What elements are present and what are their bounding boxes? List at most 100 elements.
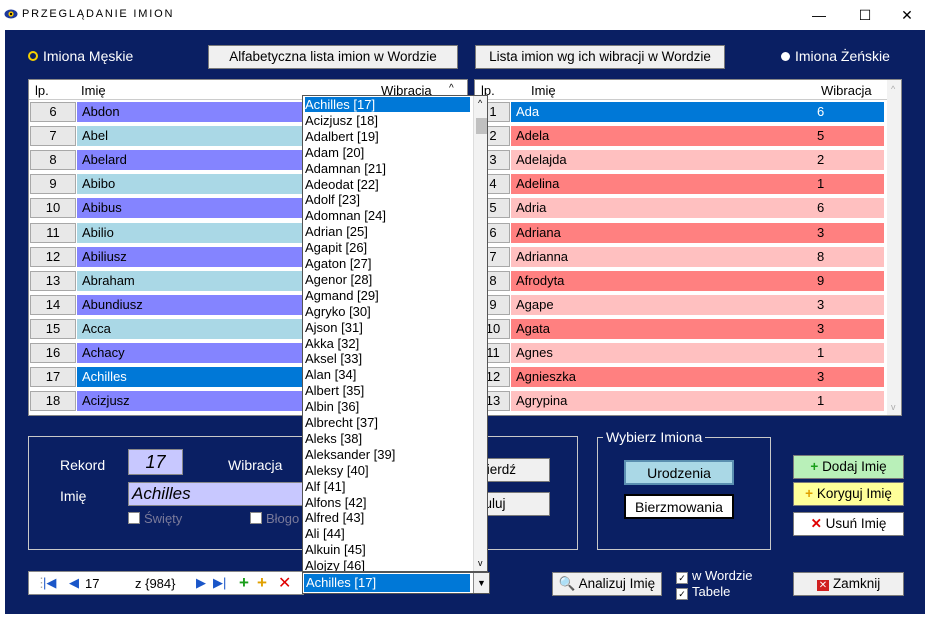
scroll-up-icon[interactable]: ^: [891, 84, 895, 94]
delete-record-icon[interactable]: ✕: [278, 573, 291, 593]
radio-male[interactable]: Imiona Męskie: [28, 48, 133, 64]
alphabetic-list-button[interactable]: Alfabetyczna lista imion w Wordzie: [208, 45, 458, 69]
row-name: Agnieszka: [511, 367, 812, 388]
dropdown-item[interactable]: Akka [32]: [305, 336, 470, 351]
add-name-button[interactable]: + Dodaj Imię: [793, 455, 904, 479]
blogo-checkbox[interactable]: Błogo: [250, 511, 299, 526]
table-row[interactable]: 11 Agnes 1: [475, 341, 885, 363]
dropdown-item[interactable]: Adam [20]: [305, 145, 470, 160]
tables-checkbox[interactable]: ✓ Tabele: [676, 584, 730, 600]
record-navigator: ⋮ |◀ ◀ 17 z {984} ▶ ▶| + + ✕: [28, 571, 304, 595]
dropdown-scrollbar[interactable]: ^ v: [473, 96, 487, 571]
dropdown-item[interactable]: Albert [35]: [305, 383, 470, 398]
dropdown-item[interactable]: Ajson [31]: [305, 320, 470, 335]
dropdown-item[interactable]: Albrecht [37]: [305, 415, 470, 430]
dropdown-item[interactable]: Albin [36]: [305, 399, 470, 414]
radio-female-label: Imiona Żeńskie: [795, 48, 890, 64]
table-row[interactable]: 4 Adelina 1: [475, 172, 885, 195]
table-row[interactable]: 10 Agata 3: [475, 317, 885, 339]
close-button[interactable]: ✕ Zamknij: [793, 572, 904, 596]
dropdown-scroll-thumb[interactable]: [476, 118, 487, 134]
dropdown-item[interactable]: Agaton [27]: [305, 256, 470, 271]
analyze-name-button[interactable]: 🔍 Analizuj Imię: [552, 572, 662, 596]
window-title: PRZEGLĄDANIE IMION: [22, 8, 175, 20]
tables-check-label: Tabele: [692, 584, 731, 599]
dropdown-item[interactable]: Adrian [25]: [305, 224, 470, 239]
dropdown-item[interactable]: Adalbert [19]: [305, 129, 470, 144]
maximize-button[interactable]: ☐: [842, 0, 888, 30]
dropdown-item[interactable]: Alfred [43]: [305, 510, 470, 525]
row-name: Adria: [511, 198, 812, 219]
col-header-no: lp.: [35, 83, 49, 98]
dropdown-item[interactable]: Adomnan [24]: [305, 208, 470, 223]
table-row[interactable]: 1 Ada 6: [475, 100, 885, 122]
dropdown-item[interactable]: Aksel [33]: [305, 351, 470, 366]
chevron-down-icon[interactable]: ▼: [473, 573, 489, 593]
table-row[interactable]: 8 Afrodyta 9: [475, 269, 885, 291]
vibration-list-button[interactable]: Lista imion wg ich wibracji w Wordzie: [475, 45, 725, 69]
last-record-icon[interactable]: ▶|: [213, 575, 226, 591]
dropdown-item[interactable]: Adeodat [22]: [305, 177, 470, 192]
first-record-icon[interactable]: |◀: [43, 575, 56, 591]
bierzmowania-button[interactable]: Bierzmowania: [624, 494, 734, 519]
dropdown-item[interactable]: Agenor [28]: [305, 272, 470, 287]
sort-up-icon: ^: [449, 83, 454, 94]
close-window-button[interactable]: ✕: [884, 0, 930, 30]
row-number: 16: [30, 343, 76, 363]
dropdown-item[interactable]: Adamnan [21]: [305, 161, 470, 176]
row-vibration: 6: [812, 198, 884, 219]
table-row[interactable]: 3 Adelajda 2: [475, 148, 885, 171]
table-row[interactable]: 6 Adriana 3: [475, 221, 885, 243]
dropdown-scroll-up-icon[interactable]: ^: [478, 98, 482, 108]
table-row[interactable]: 13 Agrypina 1: [475, 389, 885, 412]
minimize-button[interactable]: —: [796, 0, 842, 30]
delete-x-icon: ✕: [810, 516, 822, 531]
female-grid-scrollbar[interactable]: ^ v: [887, 80, 901, 415]
dropdown-item[interactable]: Ali [44]: [305, 526, 470, 541]
imie-field[interactable]: Achilles: [128, 482, 308, 506]
row-vibration: 8: [812, 246, 884, 267]
scroll-down-icon[interactable]: v: [891, 402, 896, 412]
table-row[interactable]: 5 Adria 6: [475, 196, 885, 219]
name-dropdown-list[interactable]: Achilles [17] Acizjusz [18] Adalbert [19] A…: [302, 95, 488, 572]
dropdown-item[interactable]: Agryko [30]: [305, 304, 470, 319]
table-row[interactable]: 7 Adrianna 8: [475, 245, 885, 267]
dropdown-item[interactable]: Alojzy [46]: [305, 558, 470, 571]
word-checkbox[interactable]: ✓ w Wordzie: [676, 568, 752, 584]
prev-record-icon[interactable]: ◀: [69, 575, 79, 591]
row-name: Adelina: [511, 174, 812, 195]
row-number: 6: [30, 102, 76, 122]
table-row[interactable]: 2 Adela 5: [475, 124, 885, 147]
table-row[interactable]: 9 Agape 3: [475, 293, 885, 315]
edit-record-icon[interactable]: +: [257, 573, 267, 593]
delete-name-button[interactable]: ✕ Usuń Imię: [793, 512, 904, 536]
row-name: Agata: [511, 318, 812, 339]
urodzenia-button[interactable]: Urodzenia: [624, 460, 734, 485]
swiety-checkbox[interactable]: Święty: [128, 511, 182, 526]
dropdown-item[interactable]: Alf [41]: [305, 479, 470, 494]
nav-position[interactable]: 17: [85, 576, 99, 591]
dropdown-item[interactable]: Aleksy [40]: [305, 463, 470, 478]
dropdown-item[interactable]: Agmand [29]: [305, 288, 470, 303]
dropdown-item[interactable]: Acizjusz [18]: [305, 113, 470, 128]
edit-plus-icon: +: [805, 486, 814, 501]
radio-female[interactable]: Imiona Żeńskie: [781, 48, 890, 64]
row-name: Agrypina: [511, 391, 812, 412]
dropdown-item[interactable]: Agapit [26]: [305, 240, 470, 255]
dropdown-item[interactable]: Achilles [17]: [305, 97, 470, 112]
add-record-icon[interactable]: +: [239, 573, 249, 593]
row-vibration: 1: [812, 391, 884, 412]
dropdown-item[interactable]: Adolf [23]: [305, 192, 470, 207]
dropdown-item[interactable]: Alan [34]: [305, 367, 470, 382]
dropdown-item[interactable]: Alfons [42]: [305, 495, 470, 510]
dropdown-item[interactable]: Aleks [38]: [305, 431, 470, 446]
name-combobox[interactable]: Achilles [17] ▼: [302, 572, 490, 594]
row-number: 15: [30, 318, 76, 339]
next-record-icon[interactable]: ▶: [196, 575, 206, 591]
dropdown-item[interactable]: Aleksander [39]: [305, 447, 470, 462]
table-row[interactable]: 12 Agnieszka 3: [475, 365, 885, 388]
edit-name-button[interactable]: + Koryguj Imię: [793, 482, 904, 506]
female-names-grid[interactable]: lp. Imię Wibracja 1 Ada 6 2 Adela 5 3 Adelajda 2…: [474, 79, 902, 416]
dropdown-scroll-down-icon[interactable]: v: [478, 558, 483, 568]
dropdown-item[interactable]: Alkuin [45]: [305, 542, 470, 557]
